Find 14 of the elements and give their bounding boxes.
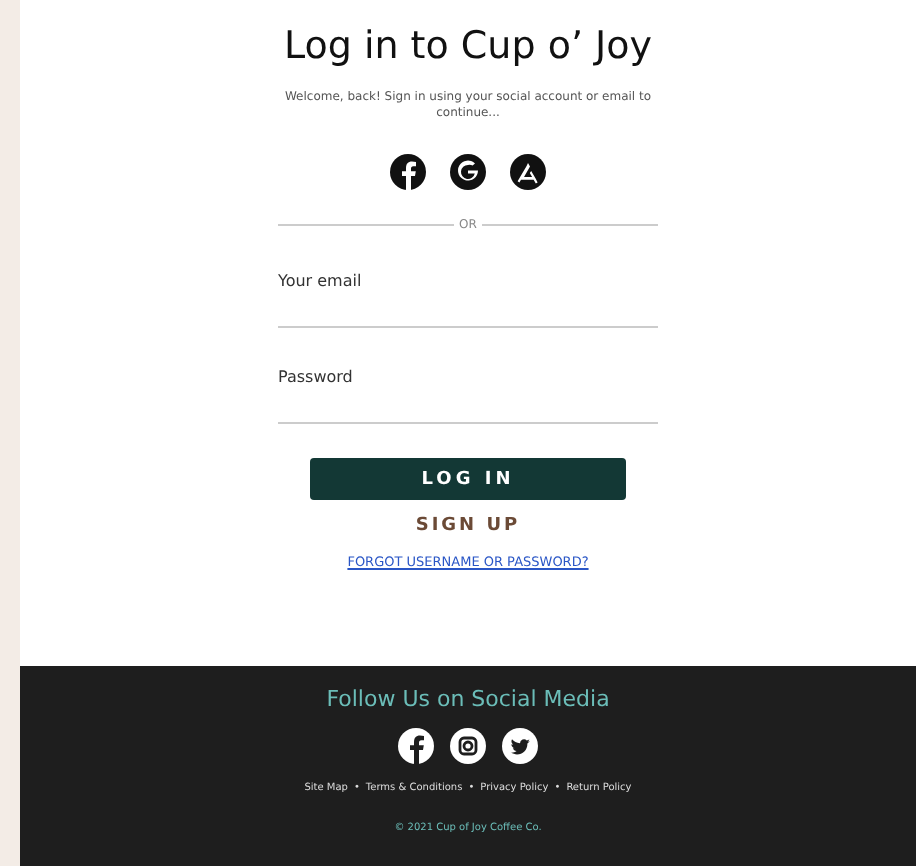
camera-icon[interactable] <box>450 728 486 764</box>
google-icon[interactable] <box>450 154 486 190</box>
page-title: Log in to Cup o’ Joy <box>283 24 653 68</box>
facebook-icon[interactable] <box>390 154 426 190</box>
facebook-icon[interactable] <box>398 728 434 764</box>
footer-heading: Follow Us on Social Media <box>326 686 610 712</box>
field-label: Your email <box>278 272 364 290</box>
field-label: Password <box>278 368 355 386</box>
input-field[interactable]: Password <box>278 368 658 424</box>
app-store-icon[interactable] <box>510 154 546 190</box>
login-button[interactable]: LOG IN <box>310 458 626 500</box>
signup-button[interactable]: SIGN UP <box>403 514 533 538</box>
input-field[interactable]: Your email <box>278 272 658 328</box>
bird-icon[interactable] <box>502 728 538 764</box>
